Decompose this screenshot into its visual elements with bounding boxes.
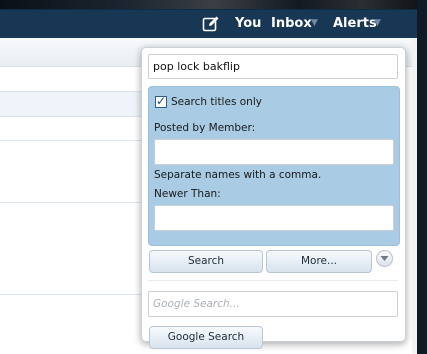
- chevron-down-icon: [380, 256, 389, 261]
- compose-icon[interactable]: [202, 15, 220, 37]
- expand-options-button[interactable]: [376, 250, 393, 267]
- posted-by-input[interactable]: [154, 139, 394, 165]
- search-popup: ✓ Search titles only Posted by Member: S…: [141, 47, 406, 349]
- window-edge: [417, 0, 427, 354]
- newer-than-input[interactable]: [154, 205, 394, 231]
- search-options-panel: ✓ Search titles only Posted by Member: S…: [148, 86, 400, 246]
- check-icon: ✓: [156, 94, 167, 108]
- search-query-input[interactable]: [148, 54, 398, 79]
- search-button[interactable]: Search: [149, 250, 263, 273]
- search-titles-label: Search titles only: [171, 96, 262, 108]
- separate-names-hint: Separate names with a comma.: [154, 169, 322, 181]
- inbox-arrow-icon[interactable]: ▼: [311, 18, 318, 28]
- posted-by-label: Posted by Member:: [154, 122, 256, 134]
- top-banner: [0, 0, 427, 9]
- divider: [148, 280, 398, 281]
- nav-you[interactable]: You: [235, 16, 261, 31]
- page-row-divider: [0, 202, 145, 203]
- page-edge: [412, 38, 417, 354]
- newer-than-label: Newer Than:: [154, 188, 221, 200]
- nav-alerts[interactable]: Alerts: [333, 16, 377, 31]
- alerts-arrow-icon[interactable]: ▼: [374, 18, 381, 28]
- google-search-input[interactable]: Google Search...: [148, 291, 398, 317]
- more-button[interactable]: More...: [266, 250, 372, 273]
- page-row-highlight: [0, 91, 145, 117]
- navbar: You Inbox ▼ Alerts ▼: [0, 9, 427, 39]
- nav-inbox[interactable]: Inbox: [271, 16, 312, 31]
- search-titles-checkbox[interactable]: ✓: [155, 94, 167, 108]
- page-row-divider: [0, 140, 145, 141]
- page-row-divider: [0, 294, 145, 295]
- google-search-button[interactable]: Google Search: [149, 326, 263, 349]
